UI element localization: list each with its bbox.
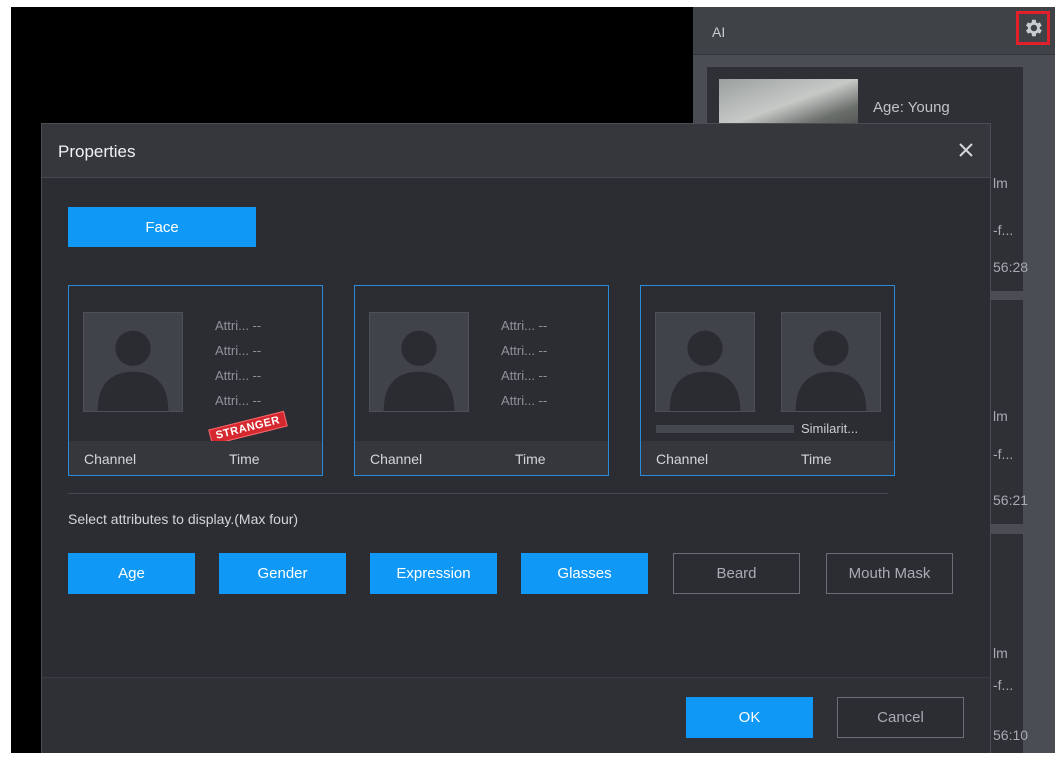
ok-button[interactable]: OK	[686, 697, 813, 738]
attribute-line: Attri... --	[215, 343, 262, 358]
face-layout-option-3[interactable]: Similarit... Channel Time	[640, 285, 895, 476]
card-footer: Channel Time	[641, 441, 894, 475]
card-age: Age: Young	[873, 99, 950, 116]
tab-face[interactable]: Face	[68, 207, 256, 247]
ai-panel-title: AI	[712, 24, 726, 40]
card-footer: Channel Time	[69, 441, 322, 475]
card-footer: Channel Time	[355, 441, 608, 475]
face-layout-option-1[interactable]: Attri... -- Attri... -- Attri... -- Attr…	[68, 285, 323, 476]
face-avatar-match	[781, 312, 881, 412]
card-time: 56:28	[993, 259, 1029, 275]
card-text-fragment: -f...	[993, 446, 1014, 462]
similarity-bar	[656, 425, 794, 433]
attribute-line: Attri... --	[501, 343, 548, 358]
attribute-line: Attri... --	[501, 393, 548, 408]
card-text-fragment: lm	[993, 175, 1008, 191]
face-avatar	[655, 312, 755, 412]
attribute-line: Attri... --	[215, 368, 262, 383]
time-label: Time	[801, 451, 832, 467]
person-silhouette-icon	[383, 330, 455, 411]
properties-dialog: Properties Face Attri... -- Attri... -- …	[41, 123, 991, 753]
attribute-hint: Select attributes to display.(Max four)	[68, 511, 299, 527]
attribute-list: Attri... -- Attri... -- Attri... -- Attr…	[215, 313, 261, 413]
gear-icon	[1026, 19, 1042, 37]
divider	[68, 493, 888, 494]
face-avatar	[369, 312, 469, 412]
face-layout-option-2[interactable]: Attri... -- Attri... -- Attri... -- Attr…	[354, 285, 609, 476]
person-silhouette-icon	[97, 330, 169, 411]
attribute-toggle-expression[interactable]: Expression	[370, 553, 497, 594]
person-silhouette-icon	[795, 330, 867, 411]
close-button[interactable]	[954, 138, 978, 162]
channel-label: Channel	[84, 451, 137, 467]
card-time: 56:10	[993, 727, 1029, 743]
time-label: Time	[515, 451, 546, 467]
channel-label: Channel	[656, 451, 709, 467]
time-label: Time	[229, 451, 260, 467]
attribute-line: Attri... --	[501, 368, 548, 383]
attribute-toggle-gender[interactable]: Gender	[219, 553, 346, 594]
cancel-button[interactable]: Cancel	[837, 697, 964, 738]
attribute-line: Attri... --	[215, 393, 262, 408]
attribute-toggle-glasses[interactable]: Glasses	[521, 553, 648, 594]
settings-button[interactable]	[1016, 11, 1050, 45]
ai-panel-header: AI	[693, 7, 1055, 55]
attribute-toggle-age[interactable]: Age	[68, 553, 195, 594]
card-text-fragment: lm	[993, 645, 1008, 661]
card-text-fragment: -f...	[993, 222, 1014, 238]
dialog-title: Properties	[58, 142, 136, 161]
person-silhouette-icon	[669, 330, 741, 411]
dialog-header: Properties	[42, 124, 990, 178]
close-icon	[959, 143, 973, 157]
similarity-label: Similarit...	[801, 421, 859, 436]
attribute-toggle-mouth-mask[interactable]: Mouth Mask	[826, 553, 953, 594]
card-text-fragment: -f...	[993, 677, 1014, 693]
card-time: 56:21	[993, 492, 1029, 508]
attribute-list: Attri... -- Attri... -- Attri... -- Attr…	[501, 313, 547, 413]
face-avatar	[83, 312, 183, 412]
card-text-fragment: lm	[993, 408, 1008, 424]
attribute-line: Attri... --	[501, 318, 548, 333]
channel-label: Channel	[370, 451, 423, 467]
attribute-toggle-beard[interactable]: Beard	[673, 553, 800, 594]
attribute-line: Attri... --	[215, 318, 262, 333]
